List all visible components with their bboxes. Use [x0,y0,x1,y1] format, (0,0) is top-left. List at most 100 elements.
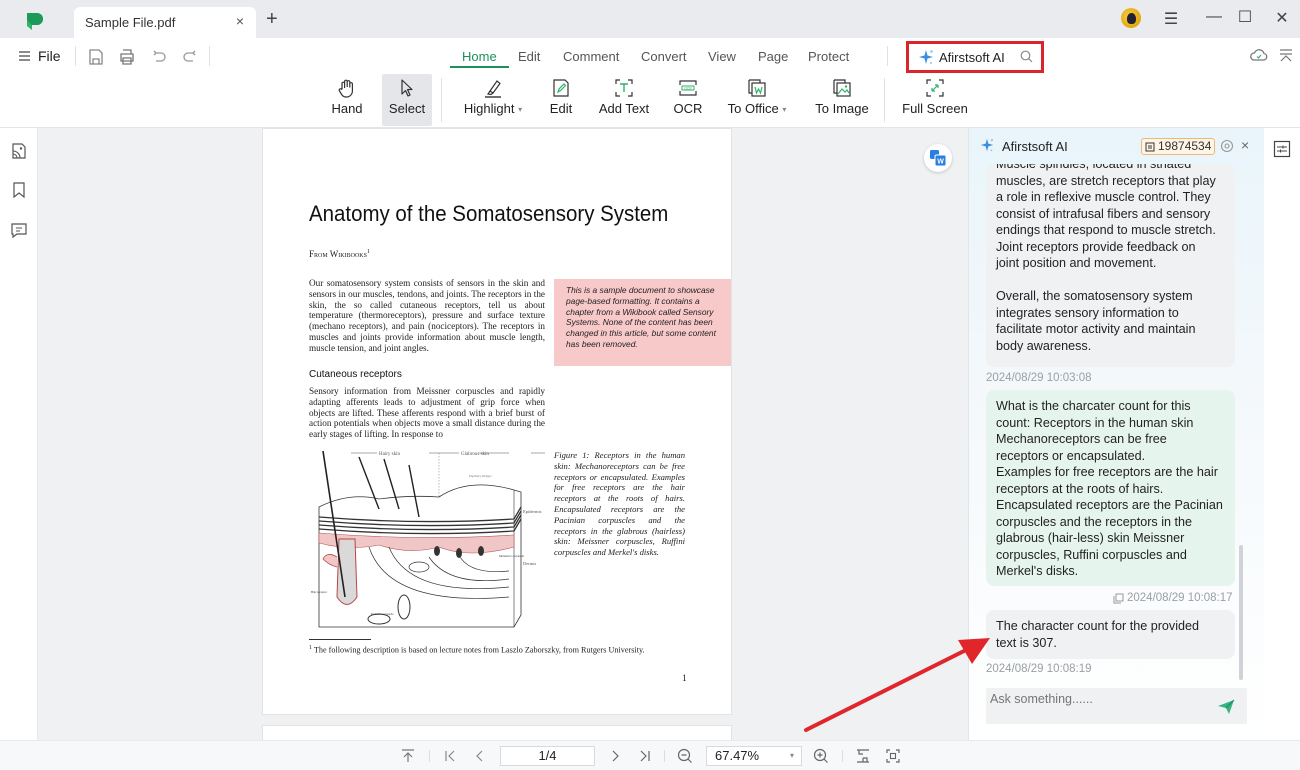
scroll-to-top-icon[interactable] [400,749,416,763]
ai-settings-icon[interactable] [1220,139,1234,153]
ai-assistant-panel: Afirstsoft AI 19874534 × Muscle spindles… [968,128,1264,740]
send-icon[interactable] [1217,699,1235,715]
svg-text:OCR: OCR [684,86,692,90]
message-line: consist of intrafusal fibers and sensory [996,206,1211,221]
to-office-tool-button[interactable]: To Office ▾ [722,74,792,126]
fit-width-icon[interactable] [855,748,871,764]
file-menu-button[interactable]: File [18,48,61,64]
print-icon[interactable] [117,47,137,67]
maximize-icon[interactable]: ☐ [1233,7,1257,27]
to-office-dropdown-caret[interactable]: ▾ [782,105,786,114]
last-page-icon[interactable] [637,749,653,763]
highlight-icon [485,80,501,98]
ai-sparkle-icon [980,138,994,152]
message-timestamp: 2024/08/29 10:08:19 [986,663,1092,675]
next-page-icon[interactable] [607,749,623,763]
message-line: Muscle spindles, located in striated [996,164,1192,171]
message-line: Joint receptors provide feedback on [996,239,1196,254]
pdf-source-text: From Wikibooks [309,249,367,259]
ask-input-box[interactable] [986,688,1247,724]
message-line: The character count for the provided [996,619,1200,633]
select-tool-button[interactable]: Select [382,74,432,126]
collapse-ribbon-icon[interactable] [1279,48,1293,62]
hand-icon [338,79,353,98]
edit-tool-button[interactable]: Edit [541,74,581,126]
tab-protect[interactable]: Protect [808,49,849,64]
zoom-in-icon[interactable] [813,748,829,764]
active-tab-indicator [450,66,509,68]
message-line [996,272,1225,289]
message-line: endings that respond to muscle stretch. [996,223,1216,237]
edit-tool-label: Edit [549,101,573,116]
redo-icon[interactable] [180,47,200,67]
document-viewport[interactable]: Anatomy of the Somatosensory System From… [38,128,968,745]
afirstsoft-ai-button[interactable]: Afirstsoft AI [906,41,1044,73]
bottom-navigation-bar: 1/4 67.47% ▾ [0,740,1300,770]
bookmark-icon[interactable] [9,180,29,200]
tab-page[interactable]: Page [758,49,788,64]
tab-comment[interactable]: Comment [563,49,619,64]
cloud-sync-icon[interactable] [1250,48,1268,62]
ask-input[interactable] [990,692,1210,706]
minimize-icon[interactable]: — [1202,8,1226,26]
hand-tool-button[interactable]: Hand [322,74,372,126]
hamburger-icon [19,51,30,61]
message-line: corpuscles and the receptors in the [996,514,1193,529]
previous-page-icon[interactable] [472,749,488,763]
message-line: Mechanoreceptors can be free [996,432,1167,446]
message-line: Examples for free receptors are the hair [996,465,1218,479]
to-image-tool-button[interactable]: To Image [810,74,874,126]
add-text-tool-label: Add Text [598,101,650,116]
chat-scrollbar[interactable] [1239,545,1243,680]
translate-button[interactable]: W [924,144,952,172]
user-avatar[interactable] [1121,8,1141,28]
tab-home[interactable]: Home [462,49,497,64]
tab-title: Sample File.pdf [85,15,176,30]
thumbnails-icon[interactable] [9,141,29,161]
app-logo-icon[interactable] [24,10,46,32]
close-window-icon[interactable]: ✕ [1270,8,1294,28]
new-tab-button[interactable]: + [266,9,278,29]
ocr-icon: OCR [679,80,697,96]
full-screen-icon [926,79,944,97]
highlight-dropdown-caret[interactable]: ▾ [518,105,522,114]
search-icon[interactable] [1020,50,1033,63]
hand-tool-label: Hand [331,101,363,116]
message-line: joint position and movement. [996,256,1157,270]
pdf-source-line: From Wikibooks1 [309,249,370,259]
tab-close-icon[interactable]: × [236,13,244,29]
highlight-tool-button[interactable]: Highlight ▾ [455,74,531,126]
message-timestamp: 2024/08/29 10:08:17 [1127,592,1233,604]
zoom-dropdown-caret[interactable]: ▾ [790,747,794,765]
document-tab[interactable]: Sample File.pdf × [74,7,256,38]
chat-message-ai: Muscle spindles, located in striated mus… [986,164,1235,367]
zoom-level-value: 67.47% [715,748,760,763]
message-timestamp: 2024/08/29 10:03:08 [986,372,1092,384]
zoom-level-select[interactable]: 67.47% ▾ [706,746,802,766]
add-text-tool-button[interactable]: Add Text [595,74,653,126]
tab-view[interactable]: View [708,49,736,64]
full-screen-tool-button[interactable]: Full Screen [900,74,970,126]
pdf-page-number: 1 [682,674,687,684]
fit-page-icon[interactable] [885,748,901,764]
ai-panel-close-icon[interactable]: × [1241,137,1249,153]
ocr-tool-label: OCR [673,101,703,116]
comments-icon[interactable] [9,220,29,240]
pdf-sidenote-box: This is a sample document to showcase pa… [554,279,731,366]
figure-label-glabrous-skin: Glabrous skin [461,452,489,457]
credits-badge[interactable]: 19874534 [1141,138,1216,155]
tab-convert[interactable]: Convert [641,49,687,64]
svg-text:W: W [937,159,944,166]
page-number-input[interactable]: 1/4 [500,746,595,766]
undo-icon[interactable] [149,47,169,67]
message-line: a role in reflexive muscle control. They [996,190,1211,204]
zoom-out-icon[interactable] [677,748,693,764]
tab-edit[interactable]: Edit [518,49,540,64]
first-page-icon[interactable] [442,749,458,763]
ocr-tool-button[interactable]: OCR OCR [668,74,708,126]
properties-panel-icon[interactable] [1273,140,1291,158]
app-menu-icon[interactable]: ☰ [1159,9,1183,29]
copy-icon[interactable] [1113,593,1124,604]
save-icon[interactable] [86,47,106,67]
pdf-page-1[interactable]: Anatomy of the Somatosensory System From… [262,128,732,715]
